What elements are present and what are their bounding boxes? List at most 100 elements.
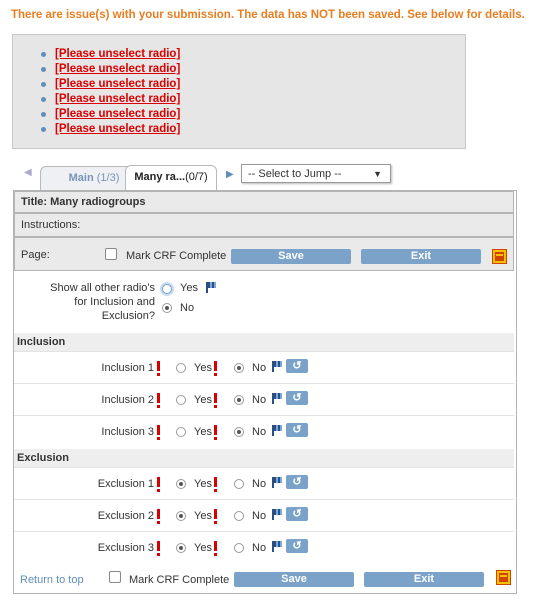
reset-icon[interactable]: ↺ [286, 359, 308, 373]
pdf-icon[interactable] [492, 249, 507, 264]
error-item: [Please unselect radio] [41, 92, 180, 107]
no-label: No [252, 542, 267, 554]
show-all-no-label: No [180, 302, 195, 314]
exit-button[interactable]: Exit [361, 249, 481, 264]
yes-label: Yes [194, 542, 212, 554]
error-item: [Please unselect radio] [41, 107, 180, 122]
error-item: [Please unselect radio] [41, 122, 180, 137]
show-all-label-line: Show all other radio's [50, 282, 155, 294]
mark-complete-label: Mark CRF Complete [126, 250, 227, 262]
tab-main-count: (1/3) [96, 172, 120, 184]
tab-main-label: Main [68, 172, 94, 184]
show-all-no-radio[interactable] [162, 303, 172, 313]
exit-button-bottom[interactable]: Exit [364, 572, 484, 587]
page-label: Page: [21, 249, 50, 261]
error-item: [Please unselect radio] [41, 62, 180, 77]
mark-complete-label-bottom: Mark CRF Complete [129, 574, 230, 586]
section-exclusion: Exclusion [14, 449, 514, 467]
question-exclusion-2: Exclusion 2 Yes No ↺ [14, 499, 514, 532]
yes-label: Yes [194, 362, 212, 374]
error-list-box: [Please unselect radio] [Please unselect… [12, 34, 466, 149]
question-label: Exclusion 1 [97, 478, 154, 490]
pdf-icon[interactable] [496, 570, 511, 585]
question-label: Inclusion 1 [101, 362, 154, 374]
no-label: No [252, 394, 267, 406]
tab-many-radiogroups[interactable]: Many ra...(0/7) [125, 165, 217, 191]
flag-icon[interactable] [272, 541, 283, 552]
mark-complete-checkbox[interactable] [105, 248, 117, 260]
yes-radio[interactable] [176, 479, 186, 489]
yes-label: Yes [194, 426, 212, 438]
bullet-icon [41, 52, 46, 57]
yes-label: Yes [194, 394, 212, 406]
mark-complete-checkbox-bottom[interactable] [109, 571, 121, 583]
save-button-bottom[interactable]: Save [234, 572, 354, 587]
error-item: [Please unselect radio] [41, 77, 180, 92]
question-label: Exclusion 2 [97, 510, 154, 522]
no-radio[interactable] [234, 363, 244, 373]
error-link[interactable]: [Please unselect radio] [55, 92, 180, 107]
error-link[interactable]: [Please unselect radio] [55, 122, 180, 137]
no-radio[interactable] [234, 395, 244, 405]
bullet-icon [41, 112, 46, 117]
no-radio[interactable] [234, 479, 244, 489]
reset-icon[interactable]: ↺ [286, 475, 308, 489]
save-button[interactable]: Save [231, 249, 351, 264]
error-link[interactable]: [Please unselect radio] [55, 77, 180, 92]
yes-radio[interactable] [176, 363, 186, 373]
bullet-icon [41, 82, 46, 87]
yes-radio[interactable] [176, 427, 186, 437]
show-all-yes-radio[interactable] [162, 284, 172, 294]
no-label: No [252, 510, 267, 522]
question-inclusion-3: Inclusion 3 Yes No ↺ [14, 415, 514, 448]
return-to-top-link[interactable]: Return to top [20, 574, 84, 586]
page-toolbar: Page: Mark CRF Complete Save Exit [14, 237, 514, 271]
next-tab-icon[interactable]: ▶ [226, 169, 234, 180]
exclamation-icon [214, 393, 217, 408]
tab-active-label: Many ra... [134, 171, 186, 183]
question-label: Inclusion 3 [101, 426, 154, 438]
exclamation-icon [214, 361, 217, 376]
flag-icon[interactable] [272, 361, 283, 372]
flag-icon[interactable] [272, 509, 283, 520]
flag-icon[interactable] [272, 425, 283, 436]
show-all-label-line: for Inclusion and [74, 296, 155, 308]
tab-strip: ◀ Main (1/3) Many ra...(0/7) ▶ -- Select… [14, 160, 516, 191]
reset-icon[interactable]: ↺ [286, 539, 308, 553]
error-banner: There are issue(s) with your submission.… [11, 9, 525, 21]
error-link[interactable]: [Please unselect radio] [55, 107, 180, 122]
exclamation-icon [157, 477, 160, 492]
yes-radio[interactable] [176, 395, 186, 405]
error-link[interactable]: [Please unselect radio] [55, 47, 180, 62]
prev-tab-icon[interactable]: ◀ [24, 167, 32, 178]
no-radio[interactable] [234, 543, 244, 553]
flag-icon[interactable] [272, 477, 283, 488]
jump-select[interactable]: -- Select to Jump -- ▼ [241, 164, 391, 183]
show-all-label: Show all other radio's for Inclusion and… [34, 281, 155, 323]
no-label: No [252, 478, 267, 490]
reset-icon[interactable]: ↺ [286, 391, 308, 405]
jump-select-value: -- Select to Jump -- [248, 168, 342, 180]
error-link[interactable]: [Please unselect radio] [55, 62, 180, 77]
yes-radio[interactable] [176, 511, 186, 521]
tab-active-count: (0/7) [185, 171, 208, 183]
no-radio[interactable] [234, 427, 244, 437]
question-label: Exclusion 3 [97, 542, 154, 554]
exclamation-icon [157, 393, 160, 408]
error-item: [Please unselect radio] [41, 47, 180, 62]
flag-icon[interactable] [272, 393, 283, 404]
bullet-icon [41, 127, 46, 132]
no-label: No [252, 362, 267, 374]
reset-icon[interactable]: ↺ [286, 507, 308, 521]
reset-icon[interactable]: ↺ [286, 423, 308, 437]
form-instructions: Instructions: [14, 213, 514, 237]
exclamation-icon [214, 509, 217, 524]
no-radio[interactable] [234, 511, 244, 521]
exclamation-icon [214, 477, 217, 492]
exclamation-icon [157, 509, 160, 524]
flag-icon[interactable] [206, 282, 217, 293]
question-inclusion-1: Inclusion 1 Yes No ↺ [14, 351, 514, 384]
no-label: No [252, 426, 267, 438]
yes-radio[interactable] [176, 543, 186, 553]
question-label: Inclusion 2 [101, 394, 154, 406]
